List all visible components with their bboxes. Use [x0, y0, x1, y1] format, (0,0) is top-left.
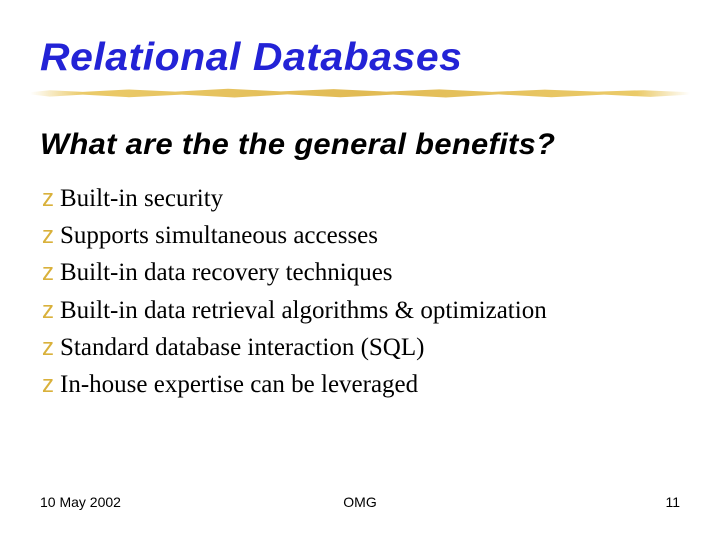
brush-stroke-icon	[30, 86, 690, 100]
list-item: z Supports simultaneous accesses	[42, 217, 680, 254]
bullet-list: z Built-in security z Supports simultane…	[40, 180, 680, 403]
bullet-text: In-house expertise can be leveraged	[60, 366, 418, 403]
bullet-text: Supports simultaneous accesses	[60, 217, 378, 254]
footer-page-number: 11	[665, 494, 680, 510]
bullet-icon: z	[42, 180, 54, 217]
footer-date: 10 May 2002	[40, 494, 121, 510]
slide-footer: 10 May 2002 OMG 11	[40, 494, 680, 510]
footer-org: OMG	[343, 494, 376, 510]
bullet-icon: z	[42, 254, 54, 291]
list-item: z In-house expertise can be leveraged	[42, 366, 680, 403]
bullet-text: Built-in data recovery techniques	[60, 254, 393, 291]
bullet-icon: z	[42, 292, 54, 329]
bullet-text: Built-in data retrieval algorithms & opt…	[60, 292, 547, 329]
list-item: z Built-in security	[42, 180, 680, 217]
title-underline	[40, 86, 680, 104]
bullet-text: Standard database interaction (SQL)	[60, 329, 424, 366]
list-item: z Built-in data retrieval algorithms & o…	[42, 292, 680, 329]
bullet-icon: z	[42, 329, 54, 366]
list-item: z Standard database interaction (SQL)	[42, 329, 680, 366]
list-item: z Built-in data recovery techniques	[42, 254, 680, 291]
bullet-icon: z	[42, 217, 54, 254]
slide-title: Relational Databases	[40, 36, 712, 80]
slide-subtitle: What are the the general benefits?	[40, 128, 699, 162]
bullet-text: Built-in security	[60, 180, 223, 217]
bullet-icon: z	[42, 366, 54, 403]
slide: Relational Databases What are the the ge…	[0, 0, 720, 540]
